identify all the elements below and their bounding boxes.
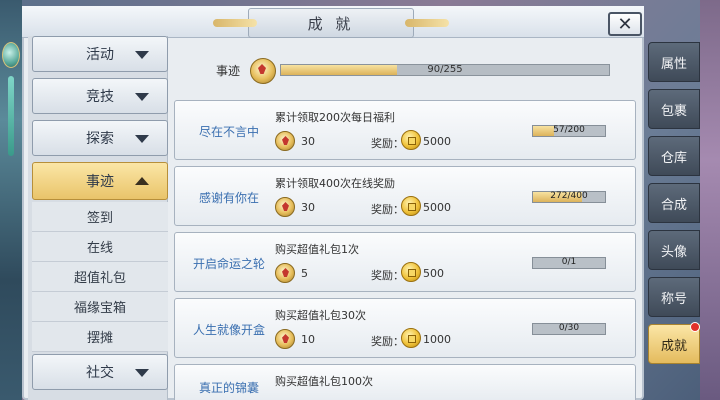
- right-decoration: [700, 0, 720, 400]
- achievement-card[interactable]: 真正的锦囊 购买超值礼包100次: [174, 364, 636, 400]
- achievement-card[interactable]: 感谢有你在 累计领取400次在线奖励 30 奖励： 5000 272/400: [174, 166, 636, 226]
- achievement-name: 开启命运之轮: [192, 256, 265, 271]
- tab-warehouse[interactable]: 仓库: [648, 136, 700, 176]
- reward-value: 5000: [423, 135, 451, 148]
- achievement-name: 感谢有你在: [198, 190, 259, 205]
- reward-label: 奖励：: [371, 335, 404, 348]
- menu-item-label: 事迹: [86, 174, 114, 190]
- achievement-card[interactable]: 人生就像开盒 购买超值礼包30次 10 奖励： 1000 0/30: [174, 298, 636, 358]
- reward-label: 奖励：: [371, 137, 404, 150]
- reward-label: 奖励：: [371, 269, 404, 282]
- reward-value: 500: [423, 267, 444, 280]
- medal-icon: [250, 58, 276, 84]
- submenu-item-stall[interactable]: 摆摊: [32, 322, 168, 352]
- close-button[interactable]: ✕: [608, 12, 642, 36]
- medal-icon: [275, 263, 295, 283]
- achievement-progress-text: 0/30: [558, 323, 580, 333]
- achievement-progress-bar: 57/200: [532, 125, 606, 137]
- tab-craft[interactable]: 合成: [648, 183, 700, 223]
- notification-dot: [690, 322, 700, 332]
- coin-icon: [401, 196, 421, 216]
- achievement-desc: 累计领取200次每日福利: [275, 111, 395, 124]
- tab-title[interactable]: 称号: [648, 277, 700, 317]
- achievement-name: 尽在不言中: [198, 124, 259, 139]
- menu-item-activity[interactable]: 活动: [32, 36, 168, 72]
- overall-progress-text: 90/255: [427, 64, 463, 75]
- coin-icon: [401, 328, 421, 348]
- overall-progress-bar: 90/255: [280, 64, 610, 76]
- overall-label: 事迹: [216, 64, 241, 78]
- chevron-down-icon: [135, 135, 149, 143]
- menu-item-label: 活动: [86, 47, 114, 63]
- page-title: 成 就: [307, 14, 355, 33]
- achievement-points: 10: [301, 333, 315, 346]
- achievement-points: 5: [301, 267, 308, 280]
- reward-label: 奖励：: [371, 203, 404, 216]
- tassel-icon: [8, 76, 14, 156]
- reward-value: 1000: [423, 333, 451, 346]
- submenu-item-checkin[interactable]: 签到: [32, 202, 168, 232]
- achievement-name: 真正的锦囊: [198, 381, 259, 395]
- achievement-progress-text: 0/1: [561, 257, 577, 267]
- chevron-down-icon: [135, 93, 149, 101]
- left-decoration: [0, 0, 22, 400]
- submenu-item-value-pack[interactable]: 超值礼包: [32, 262, 168, 292]
- overall-progress-row: 事迹 90/255: [216, 58, 616, 84]
- achievement-desc: 购买超值礼包30次: [275, 309, 366, 322]
- menu-item-social[interactable]: 社交: [32, 354, 168, 390]
- medal-icon: [275, 197, 295, 217]
- tab-bag[interactable]: 包裹: [648, 89, 700, 129]
- coin-icon: [401, 130, 421, 150]
- category-menu: 活动 竞技 探索 事迹 签到 在线 超值礼包 福缘宝箱 摆摊 社交: [28, 36, 168, 400]
- achievement-name: 人生就像开盒: [192, 322, 265, 337]
- achievement-progress-text: 57/200: [553, 125, 585, 135]
- reward-value: 5000: [423, 201, 451, 214]
- title-plaque: 成 就: [213, 8, 449, 38]
- coin-icon: [401, 262, 421, 282]
- menu-item-label: 竞技: [86, 89, 114, 105]
- achievement-desc: 购买超值礼包100次: [275, 375, 373, 388]
- chevron-down-icon: [135, 51, 149, 59]
- menu-item-label: 探索: [86, 131, 114, 147]
- achievement-progress-text: 272/400: [550, 191, 588, 201]
- achievement-desc: 购买超值礼包1次: [275, 243, 359, 256]
- chevron-down-icon: [135, 369, 149, 377]
- menu-item-deeds[interactable]: 事迹: [32, 162, 168, 200]
- chevron-up-icon: [135, 177, 149, 185]
- jade-pendant-icon: [2, 42, 20, 68]
- achievement-progress-bar: 272/400: [532, 191, 606, 203]
- tab-attributes[interactable]: 属性: [648, 42, 700, 82]
- medal-icon: [275, 131, 295, 151]
- menu-item-arena[interactable]: 竞技: [32, 78, 168, 114]
- achievement-points: 30: [301, 201, 315, 214]
- medal-icon: [275, 329, 295, 349]
- achievement-progress-bar: 0/1: [532, 257, 606, 269]
- achievement-points: 30: [301, 135, 315, 148]
- achievement-desc: 累计领取400次在线奖励: [275, 177, 395, 190]
- achievement-card[interactable]: 尽在不言中 累计领取200次每日福利 30 奖励： 5000 57/200: [174, 100, 636, 160]
- achievement-progress-bar: 0/30: [532, 323, 606, 335]
- submenu-item-online[interactable]: 在线: [32, 232, 168, 262]
- submenu-item-fortune-box[interactable]: 福缘宝箱: [32, 292, 168, 322]
- tab-avatar[interactable]: 头像: [648, 230, 700, 270]
- menu-item-label: 社交: [86, 365, 114, 381]
- menu-item-explore[interactable]: 探索: [32, 120, 168, 156]
- achievement-card[interactable]: 开启命运之轮 购买超值礼包1次 5 奖励： 500 0/1: [174, 232, 636, 292]
